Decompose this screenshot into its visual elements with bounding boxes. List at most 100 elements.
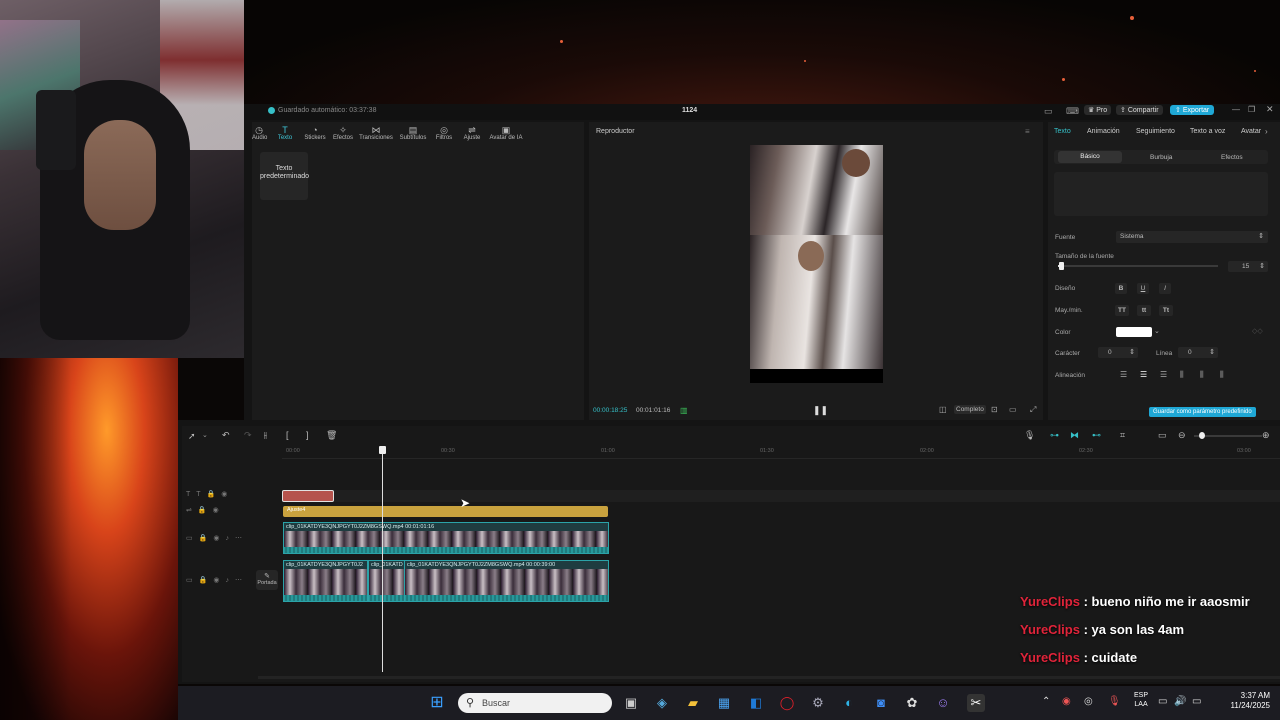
subtab-efectos[interactable]: Efectos — [1221, 154, 1243, 161]
chevron-down-icon[interactable]: ⌄ — [202, 431, 208, 439]
adjust-track-controls[interactable]: ⇌🔒◉ — [186, 506, 225, 514]
trim-right-icon[interactable]: ] — [306, 430, 309, 440]
font-size-slider-thumb[interactable] — [1059, 262, 1064, 270]
toolbar-subtitles[interactable]: ▤ Subtítulos — [398, 125, 428, 141]
toolbar-transitions[interactable]: ⋈ Transiciones — [358, 125, 394, 141]
cover-button[interactable]: ✎ Portada — [256, 570, 278, 590]
captions-icon[interactable]: ▭ — [1158, 430, 1167, 441]
align-right-icon[interactable]: ☰ — [1160, 370, 1167, 379]
taskbar-search[interactable]: ⚲ Buscar — [458, 693, 612, 713]
align-center-icon[interactable]: ☰ — [1140, 370, 1147, 379]
tray-icon[interactable]: ◎ — [1084, 696, 1093, 707]
microphone-icon[interactable]: 🎙 — [1024, 430, 1035, 441]
delete-icon[interactable]: 🗑 — [326, 430, 337, 441]
microphone-icon[interactable]: 🎙 — [1108, 696, 1121, 707]
zoom-in-icon[interactable]: ⊕ — [1262, 430, 1270, 441]
toolbar-filters[interactable]: ◎ Filtros — [434, 125, 454, 141]
tab-avatar[interactable]: Avatar — [1241, 128, 1261, 135]
app-icon[interactable]: ◙ — [872, 694, 890, 712]
chevron-up-icon[interactable]: ⌃ — [1042, 696, 1050, 707]
video-track-main-controls[interactable]: ▭🔒◉♪⋯ — [186, 576, 248, 584]
fullscreen-icon[interactable]: ⤢ — [1030, 405, 1036, 415]
outlook-icon[interactable]: ◧ — [747, 694, 765, 712]
undo-icon[interactable]: ↶ — [222, 430, 230, 441]
share-button[interactable]: ⇪ Compartir — [1116, 105, 1163, 115]
close-icon[interactable]: ✕ — [1266, 104, 1274, 115]
font-size-slider[interactable] — [1058, 265, 1218, 267]
tab-texto[interactable]: Texto — [1054, 128, 1071, 135]
battery-icon[interactable]: ▭ — [1192, 696, 1201, 707]
ratio-select[interactable]: Completo — [954, 405, 986, 414]
project-name[interactable]: 1124 — [682, 107, 697, 114]
align-top-icon[interactable]: ⫼ — [1180, 370, 1184, 380]
crop-icon[interactable]: ◫ — [939, 405, 947, 414]
char-spacing-stepper[interactable]: 0 ⇕ — [1098, 347, 1138, 358]
clock[interactable]: 3:37 AM 11/24/2025 — [1218, 691, 1270, 711]
tab-animacion[interactable]: Animación — [1087, 128, 1120, 135]
toolbar-text[interactable]: T Texto — [276, 125, 294, 141]
chevron-right-icon[interactable]: › — [1265, 127, 1268, 136]
video-clip-main-3[interactable]: clip_01KATDYE3QNJPGYT0J2ZM8GSWQ.mp4 00:0… — [404, 560, 609, 602]
copilot-icon[interactable]: ◈ — [653, 694, 671, 712]
minimize-icon[interactable]: — — [1232, 105, 1240, 114]
adjust-clip[interactable]: Ajuste4 — [283, 506, 608, 517]
toolbar-ai-avatar[interactable]: ▣ Avatar de IA — [488, 125, 524, 141]
split-icon[interactable]: ⫲ — [264, 430, 267, 441]
layout-icon[interactable]: ▭ — [1044, 106, 1053, 117]
link-icon[interactable]: ⊷ — [1092, 430, 1101, 441]
pro-button[interactable]: ♛ Pro — [1084, 105, 1112, 115]
tab-seguimiento[interactable]: Seguimiento — [1136, 128, 1175, 135]
font-select[interactable]: Sistema ⇕ — [1116, 231, 1268, 243]
redo-icon[interactable]: ↷ — [244, 430, 252, 441]
shortcuts-icon[interactable]: ⌨ — [1066, 106, 1079, 117]
preview-axis-icon[interactable]: ⌗ — [1120, 430, 1125, 441]
volume-icon[interactable]: 🔊 — [1174, 696, 1186, 707]
discord-icon[interactable]: ☺ — [934, 694, 952, 712]
toolbar-stickers[interactable]: ◔ Stickers — [304, 125, 326, 141]
horizontal-scrollbar[interactable] — [258, 676, 1280, 679]
align-middle-icon[interactable]: ⫼ — [1200, 370, 1204, 380]
language-indicator[interactable]: ESP LAA — [1134, 691, 1148, 709]
monitor-icon[interactable]: ▭ — [1009, 405, 1017, 414]
player-menu-icon[interactable]: ≡ — [1025, 127, 1030, 136]
settings-icon[interactable]: ⚙ — [809, 694, 827, 712]
toolbar-adjust[interactable]: ⇌ Ajuste — [462, 125, 482, 141]
restore-icon[interactable]: ❐ — [1248, 105, 1255, 114]
default-text-card[interactable]: Texto predeterminado — [260, 152, 309, 200]
tray-icon[interactable]: ◉ — [1062, 696, 1071, 707]
trim-left-icon[interactable]: [ — [286, 430, 289, 440]
fit-icon[interactable]: ⊡ — [991, 405, 998, 414]
time-ruler[interactable]: 00:00 00:30 01:00 01:30 02:00 02:30 03:0… — [282, 446, 1280, 459]
monitor-icon[interactable]: ▭ — [1158, 696, 1167, 707]
font-size-stepper[interactable]: 15 ⇕ — [1228, 261, 1268, 272]
pause-icon[interactable]: ❚❚ — [813, 405, 828, 416]
text-track-controls[interactable]: TT🔒◉ — [186, 490, 233, 498]
video-clip-main-1[interactable]: clip_01KATDYE3QNJPGYT0J2 — [283, 560, 368, 602]
app-icon[interactable]: ✿ — [903, 694, 921, 712]
task-view-icon[interactable]: ▣ — [622, 694, 640, 712]
italic-button[interactable]: I — [1159, 283, 1171, 294]
opera-icon[interactable]: ◯ — [778, 694, 796, 712]
case-upper-button[interactable]: TT — [1115, 305, 1129, 316]
playhead-handle[interactable] — [379, 446, 386, 454]
save-default-button[interactable]: Guardar como parámetro predefinido — [1149, 407, 1256, 417]
subtab-burbuja[interactable]: Burbuja — [1150, 154, 1172, 161]
auto-snap-icon[interactable]: ⧓ — [1070, 430, 1079, 441]
file-explorer-icon[interactable]: ▰ — [684, 694, 702, 712]
tab-texto-a-voz[interactable]: Texto a voz — [1190, 128, 1225, 135]
text-clip[interactable] — [282, 490, 334, 502]
video-track-1-controls[interactable]: ▭🔒◉♪⋯ — [186, 534, 248, 542]
video-preview[interactable] — [750, 145, 883, 383]
playhead[interactable] — [382, 446, 383, 672]
case-lower-button[interactable]: tt — [1137, 305, 1151, 316]
video-clip-overlay[interactable]: clip_01KATDYE3QNJPGYT0J2ZM8GSWQ.mp4 00:0… — [283, 522, 609, 554]
chevron-down-icon[interactable]: ⌄ — [1154, 327, 1160, 335]
zoom-slider-thumb[interactable] — [1199, 432, 1205, 439]
align-left-icon[interactable]: ☰ — [1120, 370, 1127, 379]
export-button[interactable]: ⇧ Exportar — [1170, 105, 1215, 115]
main-track-magnet-icon[interactable]: ⊶ — [1050, 430, 1059, 441]
edge-icon[interactable]: ◐ — [840, 694, 858, 712]
case-title-button[interactable]: Tt — [1159, 305, 1173, 316]
line-spacing-stepper[interactable]: 0 ⇕ — [1178, 347, 1218, 358]
color-swatch[interactable] — [1116, 327, 1152, 337]
